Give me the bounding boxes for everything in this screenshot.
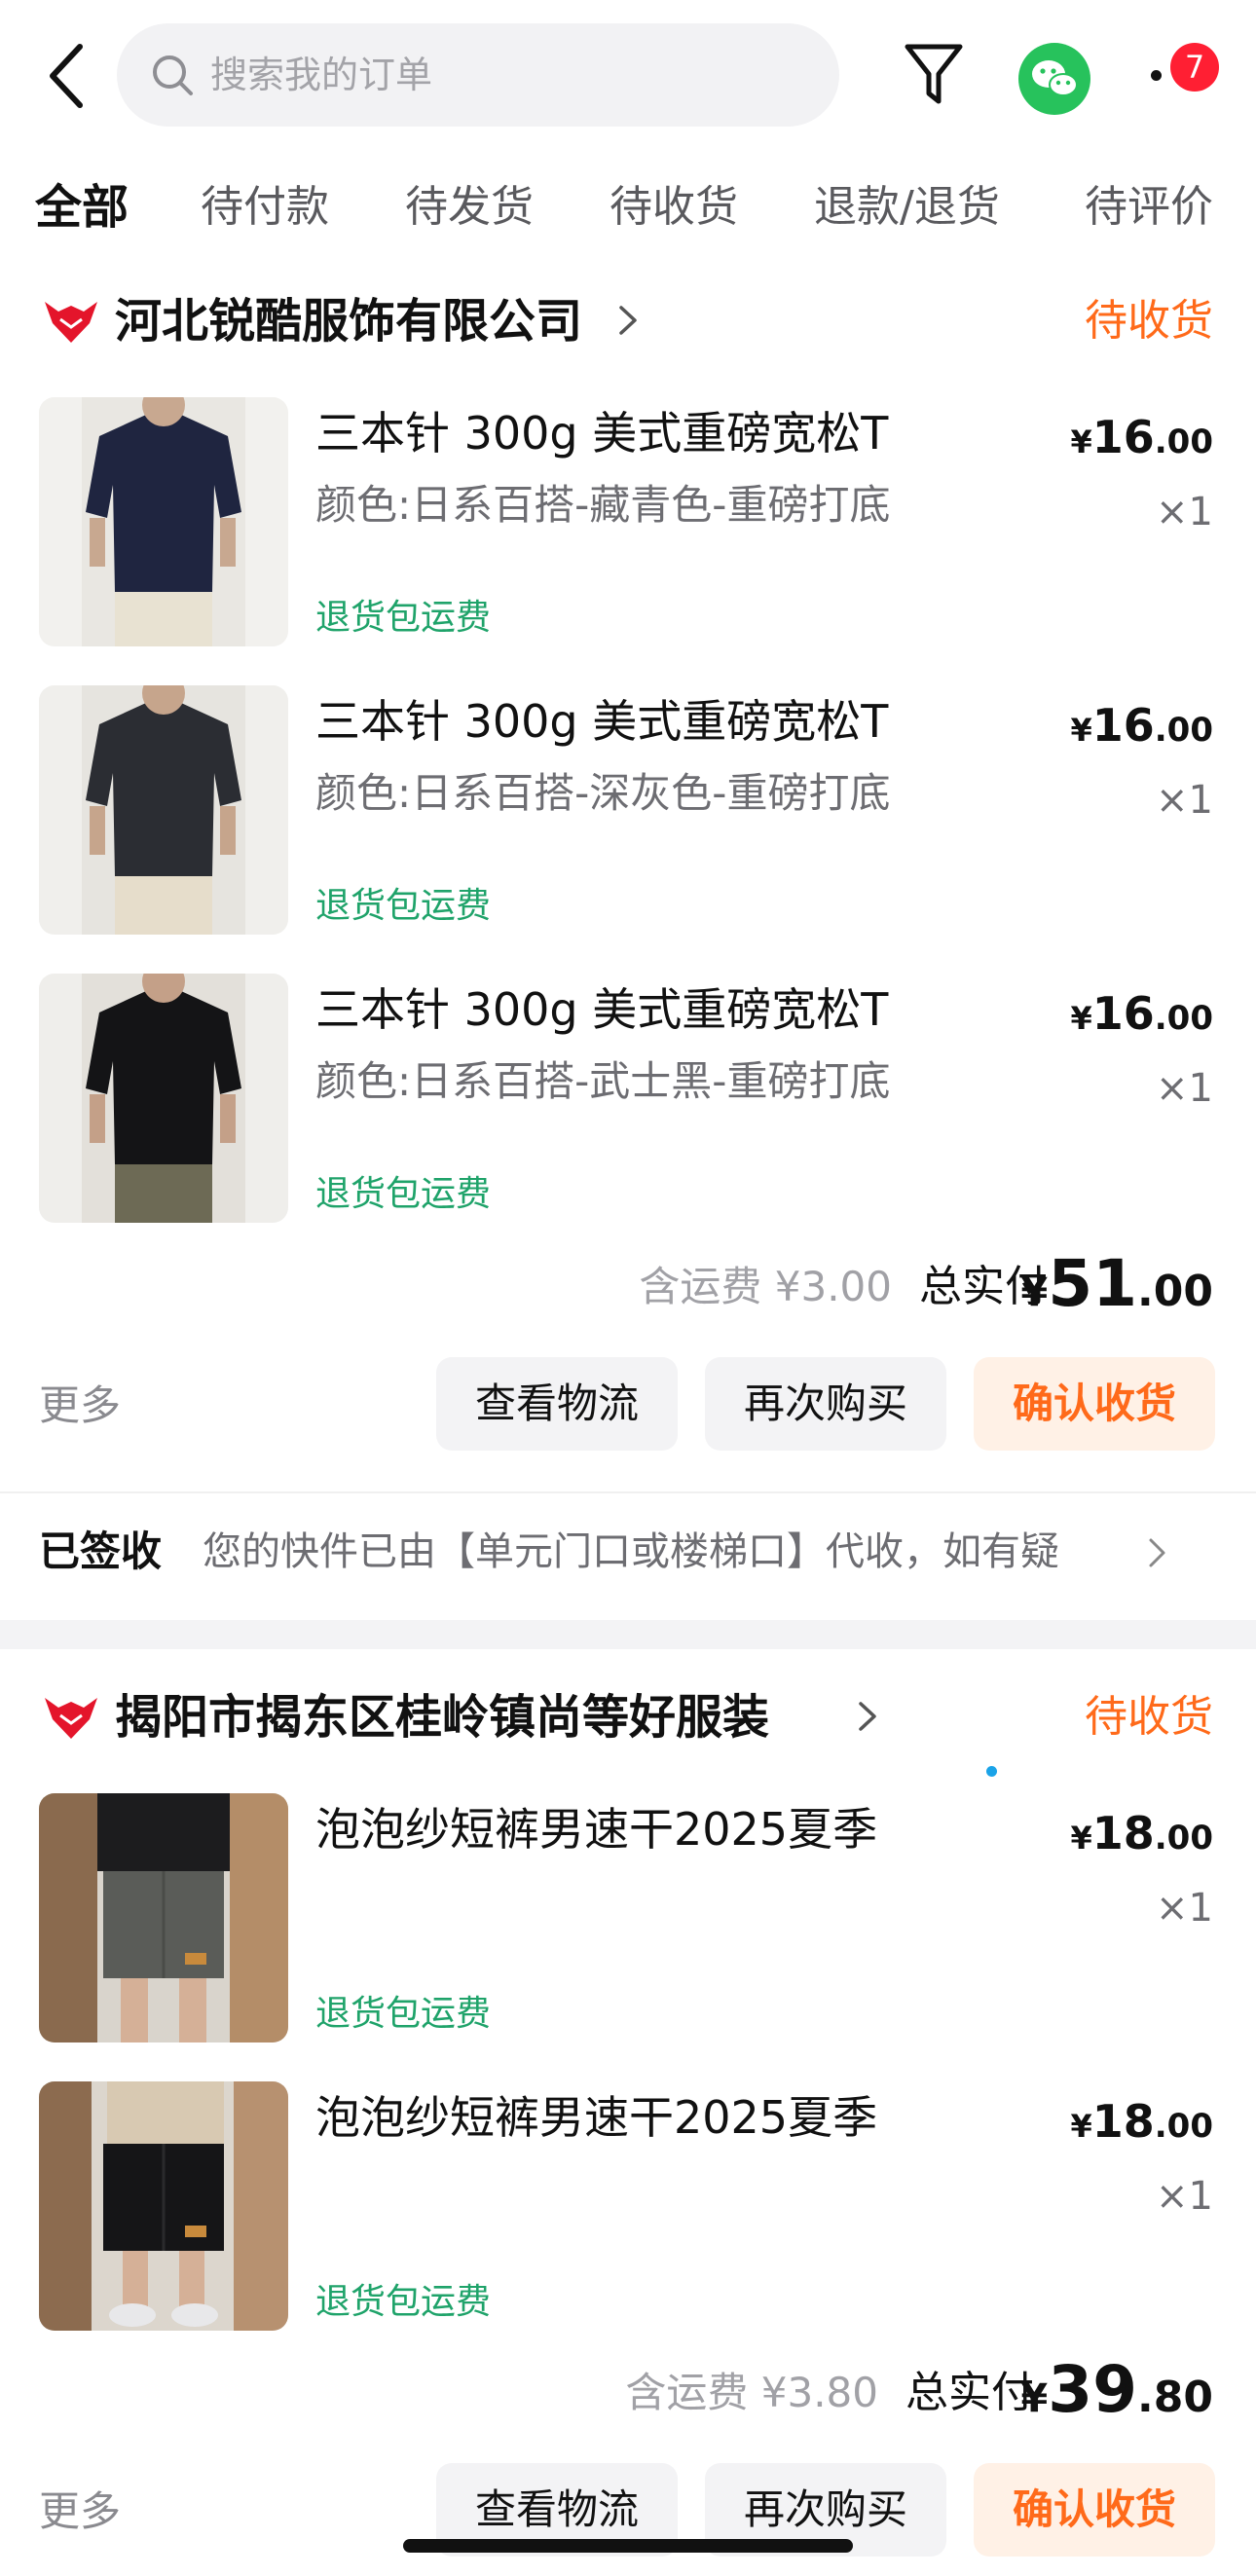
product-price: ¥18.00: [1070, 2095, 1213, 2148]
order-item[interactable]: 泡泡纱短裤男速干2025夏季 退货包运费 ¥18.00 ×1: [0, 1793, 1256, 2044]
product-image: [39, 974, 288, 1223]
more-dot-icon: [1151, 70, 1162, 81]
product-quantity: ×1: [1156, 1886, 1213, 1931]
notification-badge: 7: [1170, 43, 1219, 92]
order-tabs: 全部 待付款 待发货 待收货 退款/退货 待评价: [0, 166, 1256, 253]
return-shipping-tag: 退货包运费: [315, 886, 492, 926]
return-shipping-tag: 退货包运费: [315, 2282, 492, 2322]
shop-name: 河北锐酷服饰有限公司: [115, 294, 583, 349]
divider: [0, 1491, 1256, 1493]
tab-pending-review[interactable]: 待评价: [1085, 173, 1213, 241]
shop-logo-icon: [45, 1698, 97, 1739]
home-indicator[interactable]: [403, 2539, 853, 2553]
chevron-right-icon: [859, 1702, 876, 1731]
more-menu-button[interactable]: 7: [1141, 43, 1219, 111]
product-image: [39, 1793, 288, 2042]
shipping-fee: 含运费 ¥3.00: [639, 1263, 892, 1310]
product-quantity: ×1: [1156, 490, 1213, 534]
product-title: 三本针 300g 美式重磅宽松T: [315, 983, 889, 1036]
tab-pending-receipt[interactable]: 待收货: [610, 173, 738, 241]
order-status: 待收货: [1085, 1692, 1213, 1742]
more-link[interactable]: 更多: [39, 1377, 121, 1435]
view-logistics-button[interactable]: 查看物流: [436, 1357, 678, 1451]
product-price: ¥16.00: [1070, 987, 1213, 1040]
tab-refund-return[interactable]: 退款/退货: [814, 173, 1000, 241]
product-title: 泡泡纱短裤男速干2025夏季: [315, 1803, 878, 1856]
chevron-right-icon: [1149, 1538, 1165, 1567]
product-quantity: ×1: [1156, 2174, 1213, 2219]
product-title: 三本针 300g 美式重磅宽松T: [315, 695, 889, 748]
filter-icon[interactable]: [904, 41, 964, 109]
shop-name: 揭阳市揭东区桂岭镇尚等好服装: [115, 1690, 770, 1745]
product-title: 三本针 300g 美式重磅宽松T: [315, 407, 889, 460]
order-item[interactable]: 三本针 300g 美式重磅宽松T 颜色:日系百搭-武士黑-重磅打底 退货包运费 …: [0, 974, 1256, 1225]
tab-all[interactable]: 全部: [35, 173, 129, 241]
total-paid-label: 总实付: [905, 2368, 1034, 2417]
more-link[interactable]: 更多: [39, 2483, 121, 2541]
indicator-dot: [986, 1766, 997, 1777]
product-quantity: ×1: [1156, 778, 1213, 823]
wechat-icon[interactable]: [1018, 43, 1090, 115]
product-price: ¥16.00: [1070, 699, 1213, 752]
back-arrow-icon[interactable]: [43, 41, 92, 111]
logistics-message: 您的快件已由【单元门口或楼梯口】代收，如有疑: [203, 1529, 1059, 1574]
top-bar: 搜索我的订单 7: [0, 0, 1256, 146]
total-paid-amount: ¥39.80: [1020, 2352, 1213, 2427]
tab-pending-shipment[interactable]: 待发货: [405, 173, 534, 241]
order-status: 待收货: [1085, 296, 1213, 346]
confirm-receipt-button[interactable]: 确认收货: [974, 1357, 1215, 1451]
product-quantity: ×1: [1156, 1066, 1213, 1111]
product-spec: 颜色:日系百搭-武士黑-重磅打底: [315, 1057, 891, 1105]
product-image: [39, 397, 288, 646]
confirm-receipt-button[interactable]: 确认收货: [974, 2463, 1215, 2557]
product-image: [39, 2081, 288, 2331]
product-title: 泡泡纱短裤男速干2025夏季: [315, 2091, 878, 2144]
return-shipping-tag: 退货包运费: [315, 1994, 492, 2034]
product-image: [39, 685, 288, 935]
shop-header[interactable]: 揭阳市揭东区桂岭镇尚等好服装 待收货: [0, 1669, 1256, 1766]
buy-again-button[interactable]: 再次购买: [705, 1357, 946, 1451]
return-shipping-tag: 退货包运费: [315, 598, 492, 638]
chevron-right-icon: [619, 306, 637, 335]
search-icon: [153, 55, 193, 95]
order-item[interactable]: 三本针 300g 美式重磅宽松T 颜色:日系百搭-深灰色-重磅打底 退货包运费 …: [0, 685, 1256, 937]
shop-header[interactable]: 河北锐酷服饰有限公司 待收货: [0, 273, 1256, 370]
product-spec: 颜色:日系百搭-藏青色-重磅打底: [315, 481, 891, 529]
logistics-status: 已签收: [39, 1527, 163, 1575]
search-bar[interactable]: 搜索我的订单: [117, 23, 839, 127]
shipping-fee: 含运费 ¥3.80: [625, 2369, 878, 2416]
product-spec: 颜色:日系百搭-深灰色-重磅打底: [315, 769, 891, 817]
shop-logo-icon: [45, 302, 97, 343]
order-item[interactable]: 泡泡纱短裤男速干2025夏季 退货包运费 ¥18.00 ×1: [0, 2081, 1256, 2333]
product-price: ¥16.00: [1070, 411, 1213, 463]
tab-pending-payment[interactable]: 待付款: [201, 173, 329, 241]
total-paid-amount: ¥51.00: [1020, 1246, 1213, 1321]
logistics-row[interactable]: 已签收 您的快件已由【单元门口或楼梯口】代收，如有疑: [0, 1499, 1256, 1606]
search-placeholder: 搜索我的订单: [210, 54, 433, 96]
return-shipping-tag: 退货包运费: [315, 1174, 492, 1214]
section-gap: [0, 1620, 1256, 1649]
product-price: ¥18.00: [1070, 1807, 1213, 1859]
order-actions: 更多 查看物流 再次购买 确认收货: [0, 1357, 1256, 1454]
order-item[interactable]: 三本针 300g 美式重磅宽松T 颜色:日系百搭-藏青色-重磅打底 退货包运费 …: [0, 397, 1256, 648]
